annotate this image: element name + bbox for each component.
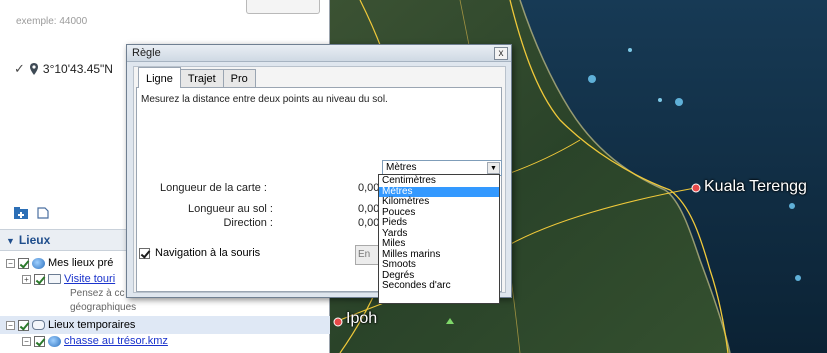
island	[789, 203, 795, 209]
unit-dropdown-list[interactable]: Centimètres Mètres Kilomètres Pouces Pie…	[378, 174, 500, 304]
unit-option[interactable]: Miles	[379, 238, 499, 250]
check-icon: ✓	[14, 61, 25, 76]
item-description: géographiques	[70, 302, 137, 313]
tree-item-visit[interactable]: + Visite touri	[22, 273, 115, 285]
island	[675, 98, 683, 106]
tree-item-link[interactable]: chasse au trésor.kmz	[64, 335, 168, 347]
tab-pro[interactable]: Pro	[222, 69, 256, 88]
island	[588, 75, 596, 83]
collapse-triangle-icon[interactable]: ▼	[6, 236, 15, 246]
ground-length-value: 0,00	[358, 203, 380, 215]
unit-option[interactable]: Pieds	[379, 217, 499, 229]
places-toolbar	[14, 207, 50, 219]
city-label-ipoh: Ipoh	[346, 310, 378, 327]
pin-icon	[29, 63, 38, 75]
mouse-nav-label: Navigation à la souris	[155, 247, 261, 259]
result-coordinates: 3°10'43.45"N	[42, 62, 113, 76]
tree-item-my-places[interactable]: − Mes lieux pré	[6, 257, 113, 269]
collapse-icon[interactable]: −	[22, 336, 31, 346]
island	[795, 275, 801, 281]
search-result[interactable]: ✓ 3°10'43.45"N	[14, 61, 113, 77]
chevron-down-icon[interactable]: ▼	[487, 162, 500, 174]
city-marker-ipoh[interactable]	[333, 317, 343, 327]
places-globe-icon	[32, 257, 45, 269]
tab-description: Mesurez la distance entre deux points au…	[141, 94, 388, 105]
city-marker-kuala[interactable]	[691, 183, 701, 193]
tree-item-label: Mes lieux pré	[48, 257, 114, 269]
unit-option[interactable]: Secondes d'arc	[379, 280, 499, 292]
search-button[interactable]	[246, 0, 320, 14]
tab-path[interactable]: Trajet	[179, 69, 224, 88]
map-length-label: Longueur de la carte :	[159, 182, 267, 194]
visibility-checkbox[interactable]	[18, 319, 29, 331]
folder-icon	[48, 274, 61, 284]
close-icon[interactable]: x	[494, 47, 508, 60]
unit-option[interactable]: Centimètres	[379, 175, 499, 187]
collapse-icon[interactable]: −	[6, 258, 15, 268]
tree-item-label: Lieux temporaires	[48, 319, 136, 331]
mouse-nav-option[interactable]: Navigation à la souris	[139, 247, 260, 259]
visibility-checkbox[interactable]	[18, 257, 29, 269]
island	[628, 48, 632, 52]
visibility-checkbox[interactable]	[34, 273, 45, 285]
add-placemark-icon[interactable]	[36, 207, 50, 219]
kmz-globe-icon	[48, 335, 61, 347]
tree-item-temp-places[interactable]: − Lieux temporaires	[6, 319, 135, 331]
unit-select-value: Mètres	[386, 162, 417, 173]
tree-item-link[interactable]: Visite touri	[64, 273, 115, 285]
temp-folder-icon	[32, 320, 45, 330]
add-folder-icon[interactable]	[14, 207, 28, 219]
visibility-checkbox[interactable]	[34, 335, 45, 347]
tab-line[interactable]: Ligne	[138, 67, 181, 88]
direction-value: 0,00	[358, 217, 380, 229]
island	[658, 98, 662, 102]
direction-label: Direction :	[223, 217, 273, 229]
mouse-nav-checkbox[interactable]	[139, 247, 150, 259]
places-title: Lieux	[18, 233, 51, 247]
map-length-value: 0,00	[358, 182, 380, 194]
tab-bar: Ligne Trajet Pro	[138, 67, 256, 88]
item-description: Pensez à cc	[70, 288, 125, 299]
unit-option[interactable]: Kilomètres	[379, 196, 499, 208]
search-hint: exemple: 44000	[16, 16, 88, 27]
city-label-kuala: Kuala Terengg	[704, 178, 807, 195]
tree-item-treasure[interactable]: − chasse au trésor.kmz	[22, 335, 168, 347]
expand-icon[interactable]: +	[22, 274, 31, 284]
unit-option[interactable]: Smoots	[379, 259, 499, 271]
collapse-icon[interactable]: −	[6, 320, 15, 330]
dialog-title[interactable]: Règle	[127, 45, 511, 62]
ground-length-label: Longueur au sol :	[187, 203, 273, 215]
